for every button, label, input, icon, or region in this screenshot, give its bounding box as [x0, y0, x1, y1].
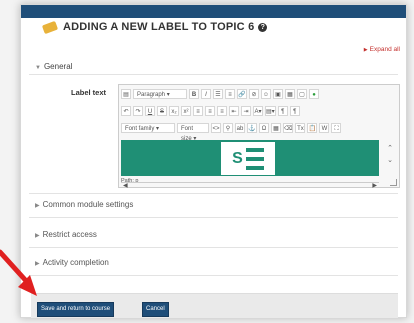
expand-all-link[interactable]: ▶ Expand all [364, 46, 400, 53]
font-family-select-label: Font family [125, 126, 155, 132]
numbered-list-icon[interactable]: ≡ [225, 89, 235, 99]
label-text-label: Label text [71, 88, 107, 97]
superscript-icon[interactable]: x² [181, 106, 191, 116]
toolbar-row-3: Font family ▾ Font size ▾ <> ⚲ ab ⚓ Ω ▦ … [119, 120, 399, 142]
page-heading: ADDING A NEW LABEL TO TOPIC 6 ? [41, 20, 268, 34]
emoticon-icon[interactable]: ☺ [261, 89, 271, 99]
toolbar-row-1: ▤ Paragraph ▾ B I ☰ ≡ 🔗 ⊘ ☺ ▣ ▦ ▢ ● [119, 86, 399, 102]
divider [29, 193, 398, 194]
scroll-down-icon[interactable]: ⌄ [383, 155, 397, 167]
align-center-icon[interactable]: ≡ [205, 106, 215, 116]
align-right-icon[interactable]: ≡ [217, 106, 227, 116]
image-icon[interactable]: ▣ [273, 89, 283, 99]
divider [29, 275, 398, 276]
italic-icon[interactable]: I [201, 89, 211, 99]
clean-icon[interactable]: ⌫ [283, 123, 294, 133]
clear-format-icon[interactable]: Tx [295, 123, 306, 133]
page-top-bar [21, 5, 406, 18]
spellcheck-icon[interactable]: ab [235, 123, 245, 133]
expand-arrow-icon: ▶ [363, 47, 368, 53]
paste-word-icon[interactable]: W [319, 123, 330, 133]
text-color-icon[interactable]: A▾ [253, 106, 263, 116]
file-icon[interactable]: ▢ [297, 89, 307, 99]
code-icon[interactable]: <> [211, 123, 221, 133]
logo-image: S [221, 142, 275, 175]
scroll-left-icon[interactable]: ◀ [123, 183, 128, 189]
special-char-icon[interactable]: Ω [259, 123, 269, 133]
anchor-icon[interactable]: ⚓ [247, 123, 257, 133]
unlink-icon[interactable]: ⊘ [249, 89, 259, 99]
paste-text-icon[interactable]: 📋 [307, 123, 318, 133]
background-color-icon[interactable]: ▤▾ [265, 106, 276, 116]
link-icon[interactable]: 🔗 [237, 89, 247, 99]
outdent-icon[interactable]: ⇤ [229, 106, 239, 116]
rtl-icon[interactable]: ¶ [289, 106, 300, 116]
ltr-icon[interactable]: ¶ [277, 106, 288, 116]
divider [29, 74, 398, 75]
cancel-button[interactable]: Cancel [142, 302, 169, 317]
bold-icon[interactable]: B [189, 89, 199, 99]
divider [29, 247, 398, 248]
scroll-right-icon[interactable]: ▶ [372, 183, 377, 189]
toolbar-row-2: ↶ ↷ U S x₂ x² ≡ ≡ ≡ ⇤ ⇥ A▾ ▤▾ ¶ ¶ [119, 103, 399, 119]
logo-letter: S [232, 149, 243, 167]
editor-vertical-scrollbar[interactable]: ⌃ ⌄ [383, 143, 397, 173]
toolbar-toggle-icon[interactable]: ▤ [121, 89, 131, 99]
strikethrough-icon[interactable]: S [157, 106, 167, 116]
plugin-icon[interactable]: ● [309, 89, 319, 99]
table-icon[interactable]: ▦ [271, 123, 281, 133]
scroll-up-icon[interactable]: ⌃ [383, 143, 397, 155]
undo-icon[interactable]: ↶ [121, 106, 131, 116]
page-title: ADDING A NEW LABEL TO TOPIC 6 [63, 21, 255, 33]
rich-text-editor[interactable]: ▤ Paragraph ▾ B I ☰ ≡ 🔗 ⊘ ☺ ▣ ▦ ▢ ● ↶ ↷ … [118, 84, 400, 189]
subscript-icon[interactable]: x₂ [169, 106, 179, 116]
red-arrow-annotation [0, 249, 37, 296]
indent-icon[interactable]: ⇥ [241, 106, 251, 116]
help-icon[interactable]: ? [258, 22, 268, 32]
fullscreen-icon[interactable]: ⛶ [331, 123, 342, 133]
paragraph-select[interactable]: Paragraph ▾ [133, 89, 187, 99]
font-family-select[interactable]: Font family ▾ [121, 123, 175, 133]
form-card: ADDING A NEW LABEL TO TOPIC 6 ? ▶ Expand … [20, 4, 407, 318]
divider [29, 217, 398, 218]
align-left-icon[interactable]: ≡ [193, 106, 203, 116]
underline-icon[interactable]: U [145, 106, 155, 116]
font-size-select[interactable]: Font size ▾ [177, 123, 209, 142]
bullet-list-icon[interactable]: ☰ [213, 89, 223, 99]
form-actions-bar: Save and return to course Cancel [31, 293, 398, 318]
redo-icon[interactable]: ↷ [133, 106, 143, 116]
editor-resize-handle[interactable] [390, 179, 397, 186]
logo-mark [245, 147, 264, 170]
editor-content-area[interactable]: S [121, 140, 379, 176]
find-replace-icon[interactable]: ⚲ [223, 123, 233, 133]
expand-all-label: Expand all [369, 46, 400, 53]
paragraph-select-label: Paragraph [137, 92, 166, 98]
media-icon[interactable]: ▦ [285, 89, 295, 99]
editor-horizontal-scrollbar[interactable]: ◀ ▶ [121, 182, 379, 189]
